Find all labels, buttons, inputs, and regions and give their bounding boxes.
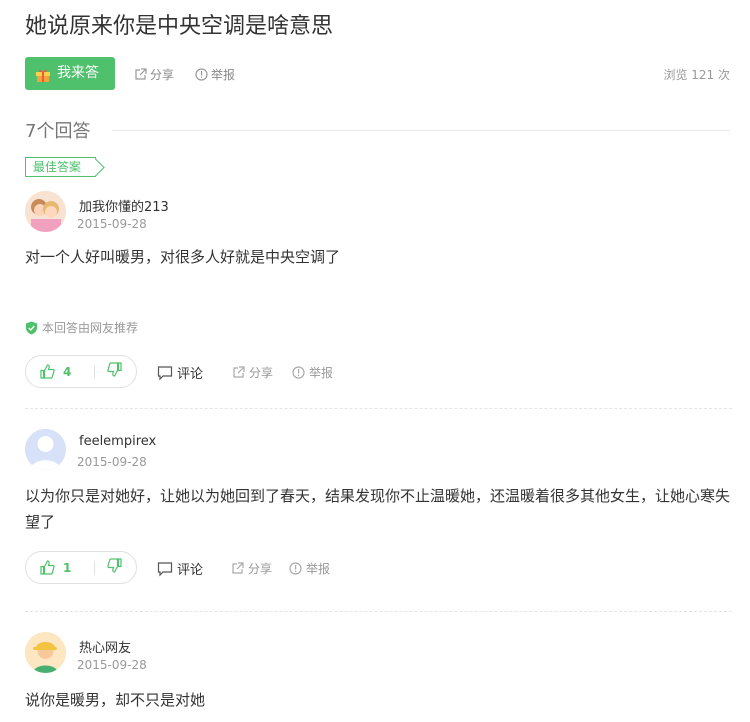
view-count: 浏览 121 次 (663, 68, 730, 82)
best-answer-tag: 最佳答案 (25, 157, 97, 177)
answers-count: 7个回答 (25, 121, 91, 142)
gift-icon (35, 67, 50, 82)
answer-divider (25, 408, 732, 409)
answers-count-row: 7个回答 (25, 118, 730, 142)
vote-box: 4 (25, 355, 137, 388)
share-icon (232, 562, 244, 574)
report-label: 举报 (309, 366, 334, 380)
report-link[interactable]: 举报 (195, 66, 235, 83)
answer-date: 2015-09-28 (77, 217, 147, 231)
report-label: 举报 (211, 68, 236, 82)
report-icon (195, 68, 208, 81)
comment-button[interactable]: 评论 (157, 559, 203, 578)
thumb-up-icon (40, 560, 55, 575)
question-title: 她说原来你是中央空调是啥意思 (25, 14, 334, 39)
dislike-button[interactable] (107, 362, 122, 381)
vote-separator (94, 560, 95, 575)
share-link[interactable]: 分享 (134, 66, 174, 83)
username[interactable]: 热心网友 (79, 637, 131, 656)
avatar[interactable] (25, 429, 66, 470)
dislike-button[interactable] (107, 558, 122, 577)
answer-content: 对一个人好叫暖男，对很多人好就是中央空调了 (25, 248, 341, 266)
share-icon (233, 366, 245, 378)
share-label: 分享 (249, 366, 274, 380)
avatar-placeholder-icon (25, 429, 66, 470)
like-count: 1 (63, 560, 72, 575)
share-link[interactable]: 分享 (232, 364, 273, 381)
avatar-cap-icon (25, 632, 66, 673)
comment-icon (157, 561, 173, 576)
thumb-up-icon (40, 364, 55, 379)
share-icon (135, 68, 147, 80)
divider-line (112, 129, 730, 131)
comment-icon (157, 365, 173, 380)
vote-separator (94, 364, 95, 379)
username[interactable]: feelempirex (79, 434, 156, 449)
avatar[interactable] (25, 191, 66, 232)
answer-date: 2015-09-28 (77, 455, 147, 469)
report-link[interactable]: 举报 (289, 560, 330, 577)
answer-button-label: 我来答 (57, 65, 99, 81)
report-icon (289, 562, 302, 575)
avatar[interactable] (25, 632, 66, 673)
recommend-label: 本回答由网友推荐 (42, 321, 139, 335)
share-label: 分享 (248, 562, 273, 576)
username[interactable]: 加我你懂的213 (79, 196, 169, 215)
share-label: 分享 (150, 68, 175, 82)
answer-divider (25, 611, 732, 612)
vote-box: 1 (25, 551, 137, 584)
answer-content: 以为你只是对她好，让她以为她回到了春天，结果发现你不止温暖她，还温暖着很多其他女… (25, 487, 731, 531)
answer-content: 说你是暖男，却不只是对她 (25, 691, 206, 709)
shield-check-icon (26, 321, 37, 334)
answer-date: 2015-09-28 (77, 658, 147, 672)
avatar-kids-icon (25, 191, 66, 232)
like-button[interactable]: 1 (26, 560, 94, 575)
thumb-down-icon (107, 558, 122, 573)
report-icon (292, 366, 305, 379)
answer-button[interactable]: 我来答 (25, 57, 115, 90)
recommend-badge: 本回答由网友推荐 (25, 319, 138, 336)
like-count: 4 (63, 364, 72, 379)
share-link[interactable]: 分享 (231, 560, 272, 577)
comment-label: 评论 (177, 367, 204, 382)
thumb-down-icon (107, 362, 122, 377)
like-button[interactable]: 4 (26, 364, 94, 379)
report-label: 举报 (306, 562, 331, 576)
comment-button[interactable]: 评论 (157, 363, 203, 382)
report-link[interactable]: 举报 (292, 364, 333, 381)
comment-label: 评论 (177, 563, 204, 578)
